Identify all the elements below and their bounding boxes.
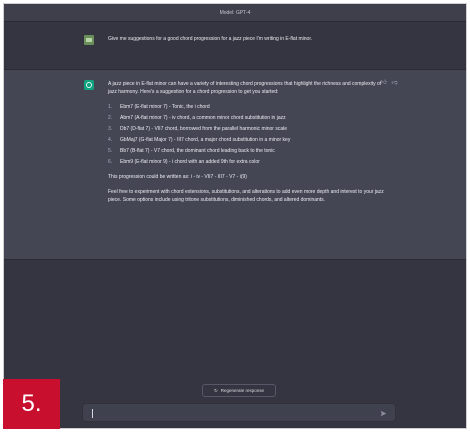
list-item-text: GbMaj7 (G-flat Major 7) - III7 chord, a … — [120, 137, 291, 143]
assistant-intro: A jazz piece in E-flat minor can have a … — [108, 81, 382, 95]
list-item: 4. GbMaj7 (G-flat Major 7) - III7 chord, … — [108, 136, 388, 144]
thumbs-down-icon[interactable]: 👎︎ — [391, 80, 398, 87]
feedback-buttons: 👍︎ 👎︎ — [380, 80, 398, 87]
list-item-number: 4. — [108, 137, 113, 143]
list-item-text: Db7 (D-flat 7) - VII7 chord, borrowed fr… — [120, 126, 288, 132]
text-caret — [92, 409, 93, 418]
list-item-text: Ebm7 (E-flat minor 7) - Tonic, the i cho… — [120, 104, 210, 110]
list-item-text: Ebm9 (E-flat minor 9) - i chord with an … — [120, 159, 260, 165]
assistant-closing: Feel free to experiment with chord exten… — [108, 189, 384, 203]
refresh-icon: ↻ — [213, 388, 218, 393]
progression-summary: This progression could be written as: i … — [108, 174, 247, 180]
send-icon[interactable] — [380, 410, 387, 417]
step-number-badge: 5. — [3, 379, 60, 429]
message-input[interactable] — [82, 403, 396, 422]
list-item: 5. Bb7 (B-flat 7) - V7 chord, the dominan… — [108, 147, 388, 155]
thumbs-up-icon[interactable]: 👍︎ — [380, 80, 387, 87]
list-item-number: 3. — [108, 126, 113, 132]
user-message-row: Give me suggestions for a good chord pro… — [4, 22, 466, 70]
chord-list: 1. Ebm7 (E-flat minor 7) - Tonic, the i c… — [108, 103, 388, 166]
list-item-number: 1. — [108, 104, 113, 110]
list-item: 2. Abm7 (A-flat minor 7) - iv chord, a co… — [108, 114, 388, 122]
list-item-number: 2. — [108, 115, 113, 121]
list-item: 3. Db7 (D-flat 7) - VII7 chord, borrowed … — [108, 125, 388, 133]
list-item: 6. Ebm9 (E-flat minor 9) - i chord with a… — [108, 158, 388, 166]
list-item-number: 5. — [108, 148, 113, 154]
regenerate-button[interactable]: ↻ Regenerate response — [202, 384, 276, 397]
list-item-text: Bb7 (B-flat 7) - V7 chord, the dominant … — [120, 148, 275, 154]
list-item-number: 6. — [108, 159, 113, 165]
assistant-avatar-icon — [84, 80, 94, 90]
assistant-message-text: A jazz piece in E-flat minor can have a … — [108, 80, 388, 211]
list-item: 1. Ebm7 (E-flat minor 7) - Tonic, the i c… — [108, 103, 388, 111]
user-message-text: Give me suggestions for a good chord pro… — [108, 36, 313, 42]
user-avatar — [84, 35, 94, 45]
assistant-message-row: A jazz piece in E-flat minor can have a … — [4, 70, 466, 260]
regenerate-label: Regenerate response — [220, 388, 265, 393]
chat-window: Model: GPT-4 Give me suggestions for a g… — [3, 3, 467, 429]
list-item-text: Abm7 (A-flat minor 7) - iv chord, a comm… — [120, 115, 286, 121]
model-bar: Model: GPT-4 — [4, 4, 466, 22]
